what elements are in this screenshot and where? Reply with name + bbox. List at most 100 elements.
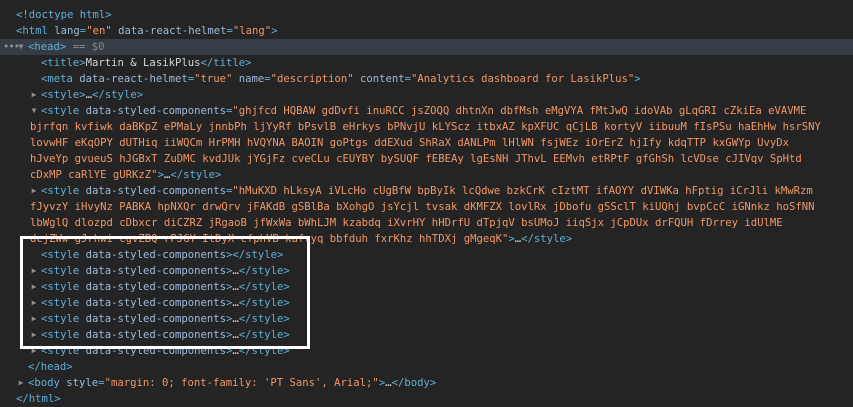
triangle-down-icon[interactable]: ▼ xyxy=(16,39,26,55)
markup-tag: ></style> xyxy=(225,249,284,261)
triangle-right-icon[interactable]: ▶ xyxy=(16,375,26,391)
dom-node-line[interactable]: ▶ <style data-styled-components>…</style> xyxy=(0,279,853,295)
node-markup: </head> xyxy=(28,359,73,375)
dom-node-line[interactable]: ▶ <style data-styled-components>…</style> xyxy=(0,327,853,343)
markup-attr: style xyxy=(66,377,99,389)
node-markup: <style data-styled-components="ghjfcd HQ… xyxy=(41,103,806,119)
dom-node-line[interactable]: ▶ <style data-styled-components>…</style> xyxy=(0,343,853,359)
dom-node-line[interactable]: <!doctype html> xyxy=(0,7,853,23)
markup-tag: <style xyxy=(41,185,86,197)
markup-attr: data-styled-components xyxy=(85,297,226,309)
markup-val: lovwHF eKqOPY dUTHiq iiWQCm HrPMH hVQYNA… xyxy=(30,137,789,149)
markup-attr: data-styled-components xyxy=(85,329,226,341)
dom-node-line[interactable]: dcjZWw gJrhwi cgvZBQ rPJGY ItDyX cfphVB … xyxy=(0,231,853,247)
markup-val: "en" xyxy=(86,25,112,37)
node-markup: <style data-styled-components>…</style> xyxy=(41,295,290,311)
markup-tag: <style xyxy=(41,281,86,293)
markup-attr: data-styled-components xyxy=(85,249,226,261)
node-markup: </html> xyxy=(16,391,61,407)
markup-val: bjrfqn kvfiwk daBKpZ ePMaLy jnnbPh ljYyR… xyxy=(30,121,821,133)
markup-tag: <style xyxy=(41,297,86,309)
markup-tag: <!doctype html> xyxy=(16,9,112,21)
node-markup: hJveYp gvueuS hJGBxT ZuDMC kvdJUk jYGjFz… xyxy=(30,151,802,167)
node-markup: <head> == $0 xyxy=(28,39,105,55)
dom-node-line[interactable]: <html lang="en" data-react-helmet="lang"… xyxy=(0,23,853,39)
dom-node-line[interactable]: ▼ <style data-styled-components="ghjfcd H… xyxy=(0,103,853,119)
dom-node-line[interactable]: fJyvzY iHvyNz PABKA hpNXQr drwQrv jFAKdB… xyxy=(0,199,853,215)
node-markup: bjrfqn kvfiwk daBKpZ ePMaLy jnnbPh ljYyR… xyxy=(30,119,821,135)
node-markup: <!doctype html> xyxy=(16,7,112,23)
markup-val: "true" xyxy=(194,73,233,85)
dom-node-line[interactable]: ▶ <body style="margin: 0; font-family: 'P… xyxy=(0,375,853,391)
markup-val: "margin: 0; font-family: 'PT Sans', Aria… xyxy=(104,377,379,389)
markup-tag: <html xyxy=(16,25,55,37)
triangle-right-icon[interactable]: ▶ xyxy=(29,263,39,279)
markup-tag: </style> xyxy=(238,345,290,357)
dom-node-line[interactable]: ••• ▼ <head> == $0 xyxy=(0,39,853,55)
markup-tag: </style> xyxy=(521,233,573,245)
node-markup: lbWglQ dlozpd cDbxcr diCZRZ jRgaoB jfWxW… xyxy=(30,215,783,231)
markup-tag: <title> xyxy=(41,57,86,69)
markup-tag: > xyxy=(634,73,641,85)
triangle-right-icon[interactable]: ▶ xyxy=(29,343,39,359)
markup-tag: <head> xyxy=(28,41,67,53)
dom-node-line[interactable]: </html> xyxy=(0,391,853,407)
markup-tag: <style> xyxy=(41,89,86,101)
dom-node-line[interactable]: ▶ <style data-styled-components>…</style> xyxy=(0,263,853,279)
dom-node-line[interactable]: ▶ <style>…</style> xyxy=(0,87,853,103)
markup-cmt: == $0 xyxy=(66,41,105,53)
dom-node-line[interactable]: ▶ <style data-styled-components>…</style> xyxy=(0,311,853,327)
triangle-right-icon[interactable]: ▶ xyxy=(29,295,39,311)
markup-val: "Analytics dashboard for LasikPlus" xyxy=(411,73,635,85)
node-markup: lovwHF eKqOPY dUTHiq iiWQCm HrPMH hVQYNA… xyxy=(30,135,789,151)
node-markup: cDxMP caRlYE gURKzZ">…</style> xyxy=(30,167,221,183)
markup-tag: </style> xyxy=(238,297,290,309)
node-markup: fJyvzY iHvyNz PABKA hpNXQr drwQrv jFAKdB… xyxy=(30,199,815,215)
markup-tag: <meta xyxy=(41,73,80,85)
triangle-right-icon[interactable]: ▶ xyxy=(29,87,39,103)
markup-attr: data-styled-components xyxy=(85,105,226,117)
markup-tag: <body xyxy=(28,377,67,389)
triangle-right-icon[interactable]: ▶ xyxy=(29,311,39,327)
dom-node-line[interactable]: hJveYp gvueuS hJGBxT ZuDMC kvdJUk jYGjFz… xyxy=(0,151,853,167)
markup-tag: </style> xyxy=(238,281,290,293)
dom-node-line[interactable]: cDxMP caRlYE gURKzZ">…</style> xyxy=(0,167,853,183)
markup-attr: data-styled-components xyxy=(85,281,226,293)
markup-attr: data-react-helmet xyxy=(111,25,227,37)
markup-tag: </html> xyxy=(16,393,61,405)
node-markup: <style data-styled-components="hMuKXD hL… xyxy=(41,183,813,199)
markup-tag: </style> xyxy=(238,265,290,277)
node-markup: <style data-styled-components>…</style> xyxy=(41,311,290,327)
markup-attr: name xyxy=(232,73,265,85)
markup-attr: data-styled-components xyxy=(85,265,226,277)
markup-tag: </style> xyxy=(92,89,144,101)
dom-node-line[interactable]: ▶ <style data-styled-components>…</style> xyxy=(0,295,853,311)
node-markup: <title>Martin & LasikPlus</title> xyxy=(41,55,252,71)
triangle-down-icon[interactable]: ▼ xyxy=(29,103,39,119)
dom-node-line[interactable]: <style data-styled-components></style> xyxy=(0,247,853,263)
triangle-right-icon[interactable]: ▶ xyxy=(29,279,39,295)
markup-val: "ghjfcd HQBAW gdDvfi inuRCC jsZOQQ dhtnX… xyxy=(232,105,807,117)
dom-node-line[interactable]: bjrfqn kvfiwk daBKpZ ePMaLy jnnbPh ljYyR… xyxy=(0,119,853,135)
triangle-right-icon[interactable]: ▶ xyxy=(29,327,39,343)
markup-val: cDxMP caRlYE gURKzZ" xyxy=(30,169,158,181)
dom-node-line[interactable]: lovwHF eKqOPY dUTHiq iiWQCm HrPMH hVQYNA… xyxy=(0,135,853,151)
markup-val: lbWglQ dlozpd cDbxcr diCZRZ jRgaoB jfWxW… xyxy=(30,217,783,229)
node-markup: <style data-styled-components>…</style> xyxy=(41,327,290,343)
markup-val: "hMuKXD hLksyA iVLcHo cUgBfW bpByIk lcQd… xyxy=(232,185,813,197)
dom-node-line[interactable]: <meta data-react-helmet="true" name="des… xyxy=(0,71,853,87)
markup-txt: Martin & LasikPlus xyxy=(85,57,201,69)
node-markup: <style data-styled-components>…</style> xyxy=(41,343,290,359)
node-markup: <style>…</style> xyxy=(41,87,143,103)
dom-node-line[interactable]: lbWglQ dlozpd cDbxcr diCZRZ jRgaoB jfWxW… xyxy=(0,215,853,231)
elements-tree[interactable]: <!doctype html> <html lang="en" data-reac… xyxy=(0,0,853,406)
markup-val: "description" xyxy=(270,73,354,85)
dom-node-line[interactable]: </head> xyxy=(0,359,853,375)
node-markup: <meta data-react-helmet="true" name="des… xyxy=(41,71,641,87)
dom-node-line[interactable]: <title>Martin & LasikPlus</title> xyxy=(0,55,853,71)
markup-attr: content xyxy=(353,73,405,85)
markup-tag: <style xyxy=(41,265,86,277)
dom-node-line[interactable]: ▶ <style data-styled-components="hMuKXD h… xyxy=(0,183,853,199)
triangle-right-icon[interactable]: ▶ xyxy=(29,183,39,199)
markup-attr: data-react-helmet xyxy=(79,73,188,85)
